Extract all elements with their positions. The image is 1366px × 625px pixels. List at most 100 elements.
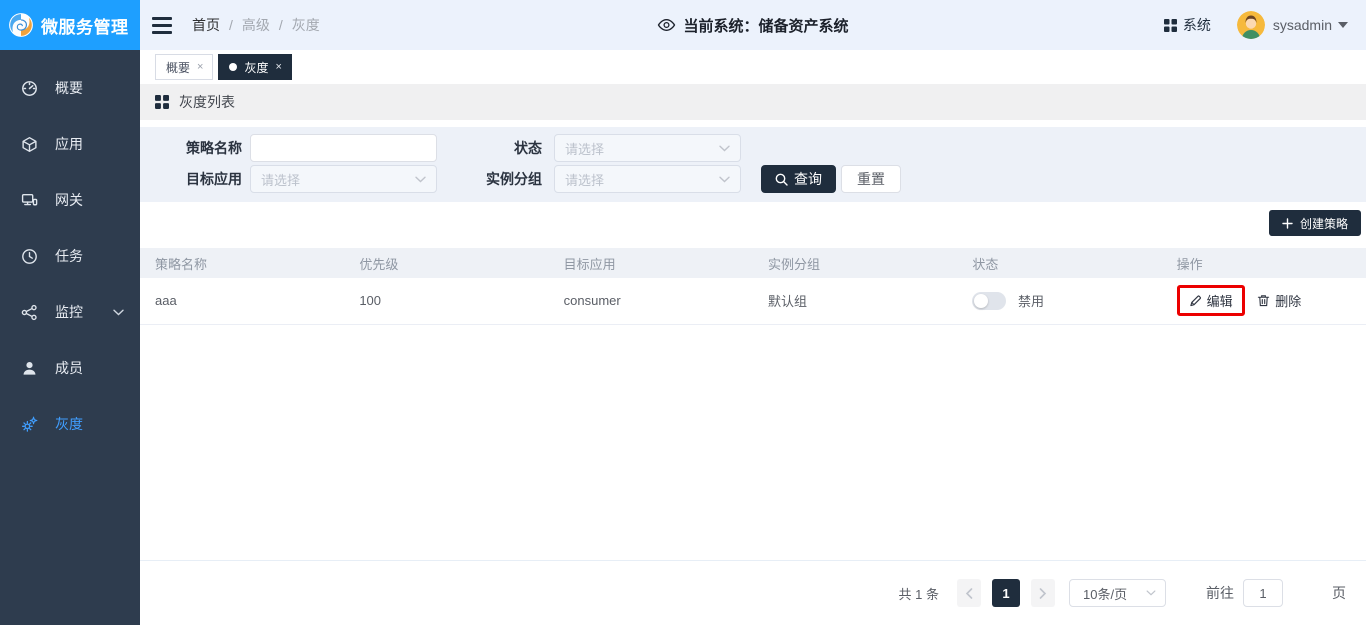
topbar-right: 系统 sysadmin — [1164, 11, 1348, 39]
sidebar-item-tasks[interactable]: 任务 — [0, 228, 140, 284]
cube-icon — [21, 136, 38, 153]
section-title: 灰度列表 — [179, 92, 235, 112]
system-switch-button[interactable]: 系统 — [1164, 15, 1211, 35]
instance-group-select[interactable]: 请选择 — [554, 165, 741, 193]
section-header: 灰度列表 — [140, 84, 1366, 120]
gauge-icon — [21, 80, 38, 97]
sidebar: 微服务管理 概要 应用 网关 任务 监控 — [0, 0, 140, 625]
page-unit-label: 页 — [1332, 583, 1346, 603]
policy-name-input[interactable] — [250, 134, 437, 162]
sidebar-nav: 概要 应用 网关 任务 监控 成员 — [0, 50, 140, 452]
system-switch-label: 系统 — [1183, 15, 1211, 35]
col-status: 状态 — [957, 248, 1161, 278]
policy-table: 策略名称 优先级 目标应用 实例分组 状态 操作 aaa 100 consume… — [140, 248, 1366, 325]
avatar[interactable] — [1237, 11, 1265, 39]
sidebar-item-label: 监控 — [55, 302, 83, 322]
sidebar-item-label: 灰度 — [55, 414, 83, 434]
delete-button[interactable]: 删除 — [1257, 291, 1301, 310]
prev-page-button[interactable] — [957, 579, 981, 607]
tab-label: 灰度 — [244, 59, 268, 76]
current-system-indicator: 当前系统：储备资产系统 — [657, 15, 848, 36]
gateway-icon — [21, 192, 38, 209]
status-label: 状态 — [437, 138, 542, 158]
tab-label: 概要 — [166, 59, 190, 76]
edit-button[interactable]: 编辑 — [1189, 291, 1233, 310]
chevron-down-icon — [719, 176, 730, 183]
chevron-down-icon — [415, 176, 426, 183]
status-text: 禁用 — [1018, 294, 1044, 309]
col-target-app: 目标应用 — [549, 248, 753, 278]
hamburger-menu-icon[interactable] — [152, 17, 172, 34]
filter-panel: 策略名称 状态 请选择 目标应用 请选择 实例分组 请选择 — [140, 127, 1366, 202]
col-actions: 操作 — [1162, 248, 1366, 278]
pencil-icon — [1189, 294, 1202, 307]
sidebar-item-gateway[interactable]: 网关 — [0, 172, 140, 228]
current-system-text: 当前系统：储备资产系统 — [683, 15, 848, 36]
caret-down-icon — [1338, 22, 1348, 28]
cell-actions: 编辑 删除 — [1162, 278, 1366, 324]
pagination-bar: 共 1 条 1 10条/页 前往 页 — [140, 560, 1366, 625]
target-app-placeholder: 请选择 — [261, 170, 300, 189]
user-menu[interactable]: sysadmin — [1273, 17, 1348, 33]
clock-icon — [21, 248, 38, 265]
target-app-select[interactable]: 请选择 — [250, 165, 437, 193]
app-logo[interactable]: 微服务管理 — [0, 0, 140, 50]
close-icon[interactable]: × — [197, 61, 203, 73]
tab-bar: 概要 × 灰度 × — [140, 50, 1366, 84]
close-icon[interactable]: × — [275, 61, 281, 73]
col-instance-group: 实例分组 — [753, 248, 957, 278]
tab-gray[interactable]: 灰度 × — [218, 54, 291, 80]
next-page-button[interactable] — [1031, 579, 1055, 607]
policy-name-label: 策略名称 — [140, 138, 242, 158]
app-title: 微服务管理 — [41, 13, 129, 38]
sidebar-item-graylevel[interactable]: 灰度 — [0, 396, 140, 452]
sidebar-item-applications[interactable]: 应用 — [0, 116, 140, 172]
instance-group-placeholder: 请选择 — [565, 170, 604, 189]
user-icon — [21, 360, 38, 377]
breadcrumb-gray: 灰度 — [292, 15, 320, 35]
col-priority: 优先级 — [344, 248, 548, 278]
sidebar-item-label: 应用 — [55, 134, 83, 154]
sidebar-item-label: 概要 — [55, 78, 83, 98]
page-size-value: 10条/页 — [1083, 584, 1127, 603]
breadcrumb-home[interactable]: 首页 — [192, 15, 220, 35]
cell-target-app: consumer — [549, 278, 753, 324]
instance-group-label: 实例分组 — [437, 169, 542, 189]
username-text: sysadmin — [1273, 17, 1332, 33]
annotation-highlight: 编辑 — [1177, 285, 1245, 316]
search-button[interactable]: 查询 — [761, 165, 836, 193]
grid-icon — [155, 95, 169, 109]
goto-label: 前往 — [1206, 583, 1234, 603]
status-select[interactable]: 请选择 — [554, 134, 741, 162]
content-area: 创建策略 策略名称 优先级 目标应用 实例分组 状态 操作 aa — [140, 202, 1366, 625]
pagination-total: 共 1 条 — [899, 584, 939, 603]
breadcrumb: 首页 / 高级 / 灰度 — [192, 15, 320, 35]
reset-button[interactable]: 重置 — [841, 165, 901, 193]
sidebar-item-overview[interactable]: 概要 — [0, 60, 140, 116]
cell-instance-group: 默认组 — [753, 278, 957, 324]
chevron-down-icon — [719, 145, 730, 152]
breadcrumb-advanced: 高级 — [242, 15, 270, 35]
plus-icon — [1282, 218, 1293, 229]
sidebar-item-label: 任务 — [55, 246, 83, 266]
cell-status: 禁用 — [957, 278, 1161, 324]
trash-icon — [1257, 294, 1270, 307]
status-placeholder: 请选择 — [565, 139, 604, 158]
sidebar-item-monitoring[interactable]: 监控 — [0, 284, 140, 340]
main-area: 首页 / 高级 / 灰度 当前系统：储备资产系统 系统 sysadmin — [140, 0, 1366, 625]
brand-swirl-icon — [8, 12, 34, 38]
goto-page-input[interactable] — [1243, 579, 1283, 607]
sidebar-item-label: 网关 — [55, 190, 83, 210]
tab-overview[interactable]: 概要 × — [155, 54, 213, 80]
status-toggle[interactable] — [972, 292, 1006, 310]
target-app-label: 目标应用 — [140, 169, 242, 189]
sidebar-item-members[interactable]: 成员 — [0, 340, 140, 396]
current-page[interactable]: 1 — [992, 579, 1020, 607]
cell-policy-name: aaa — [140, 278, 344, 324]
search-icon — [775, 173, 788, 186]
share-nodes-icon — [21, 304, 38, 321]
create-policy-button[interactable]: 创建策略 — [1269, 210, 1361, 236]
page-size-select[interactable]: 10条/页 — [1069, 579, 1166, 607]
cell-priority: 100 — [344, 278, 548, 324]
gears-icon — [21, 416, 38, 433]
